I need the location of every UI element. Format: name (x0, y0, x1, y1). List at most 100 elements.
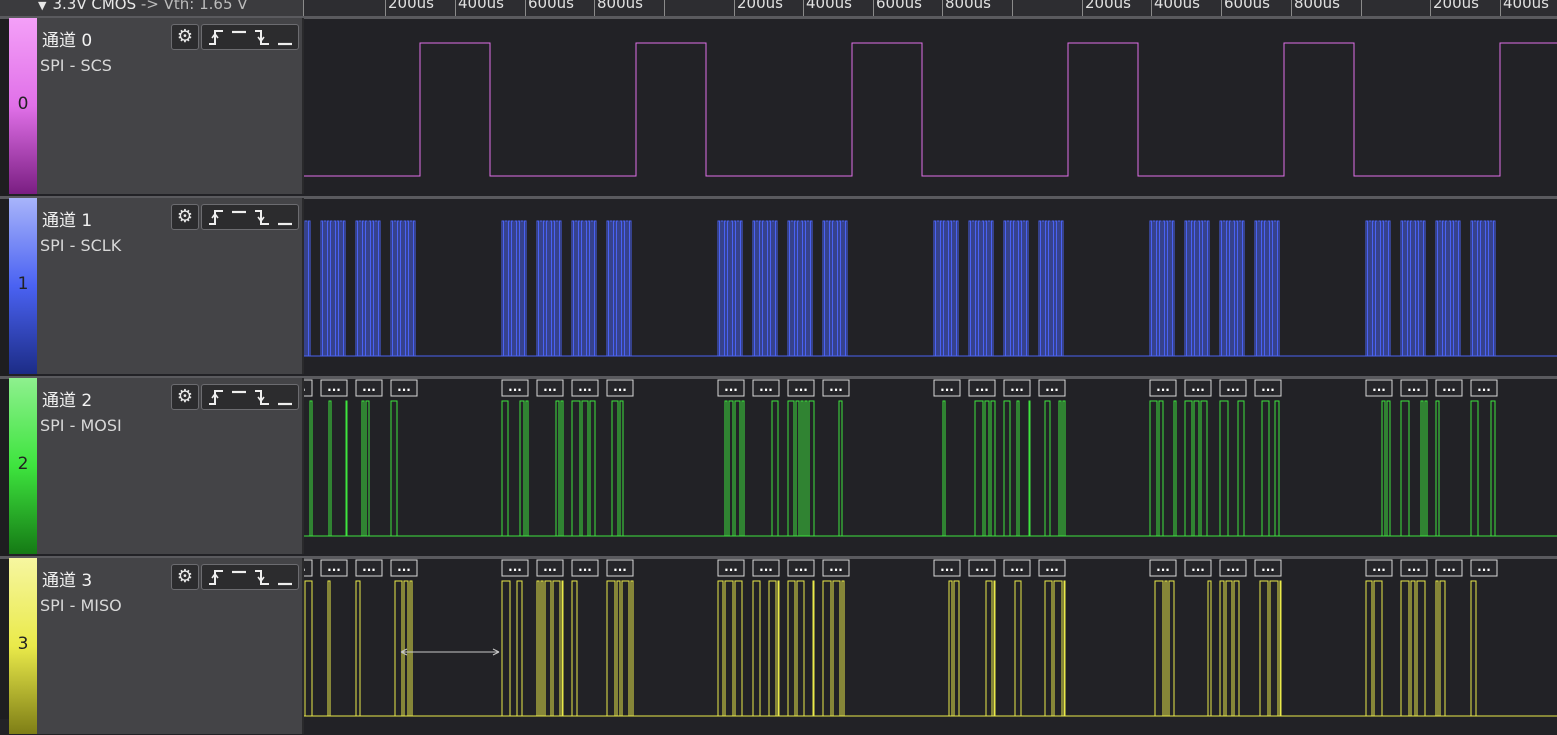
decoder-badge[interactable]: ... (1254, 559, 1282, 577)
decoder-badge-text: ... (1226, 380, 1240, 394)
channel-label-panel[interactable]: 通道 0 SPI - SCS ⚙ (37, 18, 302, 194)
decoder-badge-text: ... (508, 560, 522, 574)
decoder-badge[interactable]: ... (717, 379, 745, 397)
measurement-arrow[interactable] (400, 648, 500, 656)
decoder-badge[interactable]: ... (1435, 379, 1463, 397)
decoder-badge[interactable]: ... (355, 379, 383, 397)
decoder-badge[interactable]: ... (1400, 559, 1428, 577)
channel-settings-button[interactable]: ⚙ (171, 384, 199, 410)
decoder-badge[interactable]: ... (787, 379, 815, 397)
decoder-badge-text: ... (1010, 560, 1024, 574)
decoder-badge[interactable]: ... (933, 559, 961, 577)
decoder-badge[interactable]: ... (717, 559, 745, 577)
ruler-tick (942, 0, 943, 16)
voltage-selector[interactable]: ▼ 3.3V CMOS -> Vth: 1.65 V (0, 0, 303, 16)
falling-edge-trigger-button[interactable] (250, 385, 274, 409)
low-level-trigger-button[interactable] (273, 385, 297, 409)
decoder-badge[interactable]: ... (822, 379, 850, 397)
decoder-badge[interactable]: ... (320, 379, 348, 397)
decoder-badge[interactable]: ... (933, 379, 961, 397)
decoder-badge[interactable]: ... (1365, 559, 1393, 577)
ruler-tick-label: 400us (806, 0, 852, 12)
decoder-badge[interactable]: ... (606, 559, 634, 577)
waveform-area[interactable]: 0 通道 0 SPI - SCS ⚙ 1 通道 1 SPI - SCLK ⚙ 2… (0, 16, 1557, 735)
high-level-trigger-button[interactable] (227, 205, 251, 229)
high-level-trigger-button[interactable] (227, 25, 251, 49)
high-level-trigger-button[interactable] (227, 385, 251, 409)
decoder-badge[interactable]: ... (390, 379, 418, 397)
decoder-badge[interactable]: ... (1038, 559, 1066, 577)
falling-edge-trigger-button[interactable] (250, 565, 274, 589)
rising-edge-icon (209, 210, 223, 225)
ruler-tick-label: 400us (1154, 0, 1200, 12)
decoder-badge[interactable]: ... (822, 559, 850, 577)
decoder-badge[interactable]: ... (1219, 379, 1247, 397)
decoder-badge[interactable]: ... (571, 379, 599, 397)
rising-edge-trigger-button[interactable] (204, 565, 228, 589)
ruler-tick-label: 800us (597, 0, 643, 12)
channel-row-2: 2 通道 2 SPI - MOSI ⚙ ... ... ... ... ... … (0, 376, 1557, 554)
decoder-badge-text: ... (327, 560, 341, 574)
decoder-badge[interactable]: ... (1470, 559, 1498, 577)
decoder-badge[interactable]: ... (355, 559, 383, 577)
low-level-trigger-button[interactable] (273, 205, 297, 229)
decoder-badge[interactable]: ... (1365, 379, 1393, 397)
decoder-badge[interactable]: ... (1003, 379, 1031, 397)
decoder-badge[interactable]: ... (501, 559, 529, 577)
trigger-buttons (201, 24, 299, 50)
channel-settings-button[interactable]: ⚙ (171, 24, 199, 50)
decoder-badge[interactable]: ... (1219, 559, 1247, 577)
decoder-badge[interactable]: ... (320, 559, 348, 577)
decoder-badge[interactable]: ... (1184, 559, 1212, 577)
rising-edge-trigger-button[interactable] (204, 205, 228, 229)
decoder-badge[interactable]: ... (1470, 379, 1498, 397)
decoder-badge[interactable]: ... (1254, 379, 1282, 397)
decoder-badge[interactable]: ... (536, 559, 564, 577)
decoder-badge[interactable]: ... (1038, 379, 1066, 397)
decoder-badge[interactable]: ... (571, 559, 599, 577)
decoder-badge[interactable]: ... (1184, 379, 1212, 397)
decoder-badge[interactable]: ... (1149, 559, 1177, 577)
channel-number: 1 (17, 274, 29, 294)
decoder-badge-text: ... (1477, 380, 1491, 394)
decoder-badge-text: ... (794, 560, 808, 574)
decoder-badge[interactable]: ... (752, 379, 780, 397)
rising-edge-trigger-button[interactable] (204, 25, 228, 49)
decoder-badge[interactable]: ... (501, 379, 529, 397)
decoder-badge[interactable]: ... (968, 559, 996, 577)
decoder-badge[interactable]: ... (968, 379, 996, 397)
decoder-badge[interactable]: ... (304, 379, 313, 397)
decoder-badge[interactable]: ... (606, 379, 634, 397)
decoder-badge[interactable]: ... (1400, 379, 1428, 397)
decoder-badge[interactable]: ... (390, 559, 418, 577)
channel-waveform[interactable]: ........................................… (304, 559, 1557, 734)
decoder-badge[interactable]: ... (536, 379, 564, 397)
falling-edge-trigger-button[interactable] (250, 205, 274, 229)
high-level-icon (232, 390, 246, 394)
channel-waveform[interactable]: ........................................… (304, 379, 1557, 554)
decoder-badge[interactable]: ... (1435, 559, 1463, 577)
decoder-badge[interactable]: ... (1003, 559, 1031, 577)
decoder-badge-text: ... (975, 560, 989, 574)
channel-settings-button[interactable]: ⚙ (171, 564, 199, 590)
dropdown-caret-icon[interactable]: ▼ (38, 0, 46, 11)
rising-edge-trigger-button[interactable] (204, 385, 228, 409)
decoder-badge[interactable]: ... (787, 559, 815, 577)
channel-settings-button[interactable]: ⚙ (171, 204, 199, 230)
channel-waveform[interactable] (304, 19, 1557, 194)
channel-waveform[interactable] (304, 199, 1557, 374)
decoder-badge-text: ... (362, 560, 376, 574)
high-level-trigger-button[interactable] (227, 565, 251, 589)
channel-label-panel[interactable]: 通道 3 SPI - MISO ⚙ (37, 558, 302, 734)
decoder-badge[interactable]: ... (304, 559, 313, 577)
falling-edge-trigger-button[interactable] (250, 25, 274, 49)
decoder-badge[interactable]: ... (1149, 379, 1177, 397)
decoder-badge[interactable]: ... (752, 559, 780, 577)
low-level-trigger-button[interactable] (273, 25, 297, 49)
time-ruler[interactable]: ▼ 3.3V CMOS -> Vth: 1.65 V 200us 400us 600u… (0, 0, 1557, 16)
channel-label-panel[interactable]: 通道 2 SPI - MOSI ⚙ (37, 378, 302, 554)
channel-row-3: 3 通道 3 SPI - MISO ⚙ ... ... ... ... ... … (0, 556, 1557, 734)
high-level-icon (232, 30, 246, 34)
low-level-trigger-button[interactable] (273, 565, 297, 589)
channel-label-panel[interactable]: 通道 1 SPI - SCLK ⚙ (37, 198, 302, 374)
